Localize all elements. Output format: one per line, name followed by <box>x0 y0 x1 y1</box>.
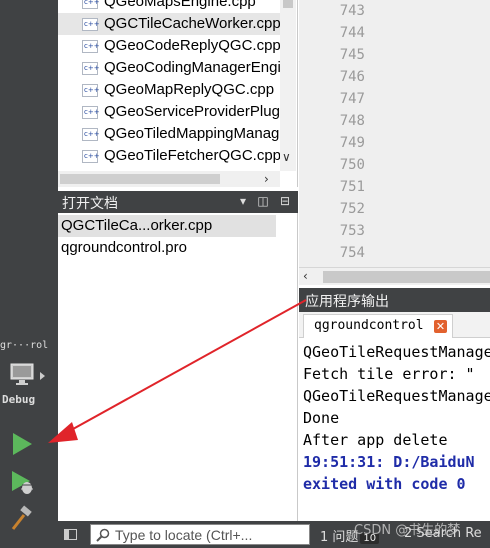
debug-run-icon[interactable] <box>8 468 36 496</box>
line-number: 752 <box>339 201 365 217</box>
output-line: exited with code 0 <box>303 475 466 493</box>
open-document-item[interactable]: qgroundcontrol.pro <box>58 237 276 259</box>
project-file-tree[interactable]: QGeoMapsEngine.cpp QGCTileCacheWorker.cpp… <box>58 0 298 187</box>
line-number: 746 <box>339 69 365 85</box>
close-pane-icon[interactable]: ⊟ <box>278 194 292 208</box>
output-line: Fetch tile error: " <box>303 365 475 383</box>
cpp-file-icon <box>82 62 100 75</box>
tree-vertical-scrollbar[interactable]: ∨ <box>280 0 296 171</box>
application-output-header: 应用程序输出 <box>299 288 490 312</box>
line-number: 754 <box>339 245 365 261</box>
cpp-file-icon <box>82 0 100 9</box>
file-tree-item-label: QGeoCodingManagerEngineQGC.cpp <box>104 59 286 76</box>
chevron-right-icon[interactable]: › <box>264 173 269 185</box>
file-tree-item[interactable]: QGeoCodeReplyQGC.cpp <box>58 35 286 57</box>
monitor-icon[interactable] <box>10 362 34 388</box>
output-line: Done <box>303 409 340 427</box>
file-tree-item[interactable]: QGeoCodingManagerEngineQGC.cpp <box>58 57 286 79</box>
code-editor[interactable]: 743 744 745 746 747 748 749 750 751 752 753 754 <box>299 0 490 267</box>
mode-sidebar: gr···rol Debug <box>0 0 58 548</box>
cpp-file-icon <box>82 18 100 31</box>
cpp-file-icon <box>82 150 100 163</box>
file-tree-item-label: QGeoTileFetcherQGC.cpp <box>104 147 282 164</box>
line-number: 749 <box>339 135 365 151</box>
kit-name-label: gr···rol <box>0 340 49 351</box>
cpp-file-icon <box>82 106 100 119</box>
file-tree-item[interactable]: QGeoTileFetcherQGC.cpp <box>58 145 286 167</box>
line-number: 743 <box>339 3 365 19</box>
file-tree-item[interactable]: QGeoMapReplyQGC.cpp <box>58 79 286 101</box>
chevron-left-icon[interactable]: ‹ <box>303 270 308 282</box>
locator-box[interactable] <box>90 524 310 545</box>
open-documents-list[interactable]: QGCTileCa...orker.cpp qgroundcontrol.pro <box>58 213 298 521</box>
open-documents-header: 打开文档 ▾ ◫ ⊟ <box>58 191 298 213</box>
output-line: 19:51:31: D:/BaiduN <box>303 453 475 471</box>
cpp-file-icon <box>82 84 100 97</box>
build-hammer-icon[interactable] <box>8 505 36 533</box>
run-icon[interactable] <box>8 430 36 458</box>
watermark: CSDN @书生的梦 <box>354 523 461 538</box>
line-number: 750 <box>339 157 365 173</box>
locator-input[interactable] <box>115 525 307 544</box>
kit-mode-label: Debug <box>2 393 36 406</box>
line-number: 748 <box>339 113 365 129</box>
output-tab-label: qgroundcontrol <box>314 318 424 333</box>
tree-horizontal-scroll-thumb[interactable] <box>60 174 220 184</box>
open-document-item[interactable]: QGCTileCa...orker.cpp <box>58 215 276 237</box>
file-tree-item-label: QGeoMapsEngine.cpp <box>104 0 256 10</box>
cpp-file-icon <box>82 40 100 53</box>
kit-selector-arrow-icon[interactable] <box>40 372 45 380</box>
file-tree-item-label: QGeoServiceProviderPluginQGC.cpp <box>104 103 286 120</box>
split-view-icon[interactable]: ◫ <box>256 194 270 208</box>
file-tree-item[interactable]: QGeoServiceProviderPluginQGC.cpp <box>58 101 286 123</box>
output-line: After app delete <box>303 431 448 449</box>
line-number: 751 <box>339 179 365 195</box>
dropdown-arrow-icon[interactable]: ▾ <box>236 194 250 208</box>
file-tree-item-label: QGeoCodeReplyQGC.cpp <box>104 37 281 54</box>
open-documents-title: 打开文档 <box>62 196 118 212</box>
output-tab-bar: qgroundcontrol ✕ <box>299 312 490 338</box>
cpp-file-icon <box>82 128 100 141</box>
tree-vertical-scroll-thumb[interactable] <box>283 0 293 8</box>
application-output-title: 应用程序输出 <box>305 294 389 310</box>
chevron-down-icon[interactable]: ∨ <box>282 151 291 163</box>
editor-horizontal-scrollbar[interactable]: ‹ <box>299 267 490 285</box>
file-tree-item-label: QGeoTiledMappingManagerEngineQGC.cpp <box>104 125 286 142</box>
output-tab[interactable]: qgroundcontrol ✕ <box>303 314 453 338</box>
tree-horizontal-scrollbar[interactable]: › <box>58 171 280 187</box>
application-output-text[interactable]: QGeoTileRequestManager Fetch tile error: … <box>299 338 490 521</box>
file-tree-item[interactable]: QGeoMapsEngine.cpp <box>58 0 286 13</box>
close-icon[interactable]: ✕ <box>434 320 447 333</box>
output-line: QGeoTileRequestManager <box>303 343 490 361</box>
editor-horizontal-scroll-thumb[interactable] <box>323 271 490 283</box>
file-tree-item[interactable]: QGeoTiledMappingManagerEngineQGC.cpp <box>58 123 286 145</box>
toggle-sidebar-icon[interactable] <box>64 529 77 540</box>
line-number-gutter: 743 744 745 746 747 748 749 750 751 752 753 754 <box>299 0 490 267</box>
output-line: QGeoTileRequestManager <box>303 387 490 405</box>
line-number: 753 <box>339 223 365 239</box>
search-icon <box>96 528 110 542</box>
issues-label: 1 问题 <box>320 530 359 545</box>
line-number: 747 <box>339 91 365 107</box>
file-tree-item-label: QGeoMapReplyQGC.cpp <box>104 81 275 98</box>
file-tree-item[interactable]: QGCTileCacheWorker.cpp <box>58 13 286 35</box>
line-number: 745 <box>339 47 365 63</box>
file-tree-item-label: QGCTileCacheWorker.cpp <box>104 15 281 32</box>
line-number: 744 <box>339 25 365 41</box>
